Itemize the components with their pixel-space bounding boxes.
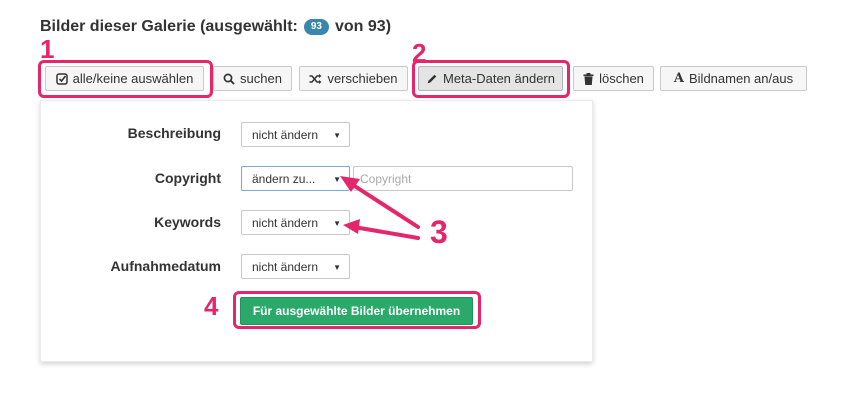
toggle-image-names-label: Bildnamen an/aus (689, 71, 794, 86)
move-label: verschieben (327, 71, 398, 86)
dropdown-arrow-icon: ▼ (333, 219, 341, 228)
search-icon (223, 73, 235, 85)
selected-count-badge: 93 (303, 19, 329, 35)
shuffle-icon (309, 73, 322, 84)
search-button[interactable]: suchen (213, 66, 292, 91)
keywords-label: Keywords (154, 214, 221, 230)
keywords-select[interactable]: nicht ändern ▼ (241, 210, 350, 235)
heading-prefix: Bilder dieser Galerie (ausgewählt: (40, 18, 298, 35)
delete-label: löschen (599, 71, 644, 86)
text-a-icon: A (673, 71, 684, 86)
step-number-3: 3 (430, 214, 448, 250)
description-select[interactable]: nicht ändern ▼ (241, 122, 350, 147)
copyright-label: Copyright (154, 170, 221, 186)
dropdown-arrow-icon: ▼ (333, 263, 341, 272)
checkbox-check-icon (55, 72, 68, 85)
delete-button[interactable]: löschen (573, 66, 654, 91)
copyright-input[interactable]: Copyright (353, 166, 573, 191)
meta-data-button[interactable]: Meta-Daten ändern (418, 66, 563, 91)
search-label: suchen (240, 71, 282, 86)
dropdown-arrow-icon: ▼ (333, 175, 341, 184)
step-number-2: 2 (412, 38, 427, 68)
copyright-input-placeholder: Copyright (360, 171, 412, 186)
select-all-label: alle/keine auswählen (72, 71, 194, 86)
select-all-button[interactable]: alle/keine auswählen (45, 66, 204, 91)
gallery-heading: Bilder dieser Galerie (ausgewählt: 93 vo… (40, 18, 391, 36)
capture-date-select[interactable]: nicht ändern ▼ (241, 254, 350, 279)
move-button[interactable]: verschieben (299, 66, 408, 91)
step-number-1: 1 (40, 34, 55, 64)
meta-data-label: Meta-Daten ändern (442, 71, 555, 86)
description-select-value: nicht ändern (252, 127, 319, 142)
capture-date-select-value: nicht ändern (252, 259, 319, 274)
heading-suffix: von 93) (335, 18, 392, 35)
copyright-select-value: ändern zu... (252, 171, 316, 186)
toggle-image-names-button[interactable]: A Bildnamen an/aus (660, 66, 807, 91)
capture-date-label: Aufnahmedatum (110, 258, 221, 274)
keywords-select-value: nicht ändern (252, 215, 319, 230)
trash-icon (583, 72, 594, 85)
copyright-select[interactable]: ändern zu... ▼ (241, 166, 350, 191)
step-number-4: 4 (204, 291, 219, 321)
description-label: Beschreibung (127, 125, 221, 141)
apply-to-selected-button[interactable]: Für ausgewählte Bilder übernehmen (240, 297, 473, 325)
dropdown-arrow-icon: ▼ (333, 131, 341, 140)
pencil-icon (427, 74, 437, 83)
